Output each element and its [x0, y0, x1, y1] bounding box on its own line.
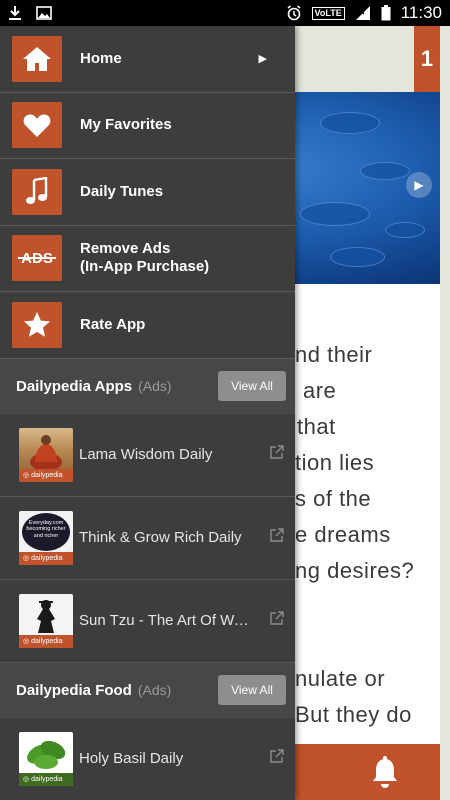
- heart-icon: [12, 102, 62, 149]
- external-link-icon: [270, 527, 284, 542]
- menu-item-label: Rate App: [80, 315, 146, 333]
- app-item-holy-basil[interactable]: ◎ dailypedia Holy Basil Daily: [0, 718, 295, 800]
- article-line: nulate or: [295, 666, 386, 691]
- home-icon: [12, 35, 62, 82]
- dailypedia-badge: ◎ dailypedia: [19, 634, 73, 648]
- alarm-icon: [287, 5, 301, 21]
- image-icon: [36, 6, 52, 20]
- app-item-think-grow-rich[interactable]: Everyday.com becoming richer and richer …: [0, 497, 295, 580]
- quote-counter: 1: [414, 26, 440, 92]
- section-title: Dailypedia Food: [16, 681, 132, 699]
- dailypedia-badge-text: dailypedia: [31, 471, 63, 479]
- app-thumbnail: ◎ dailypedia: [19, 427, 73, 482]
- menu-item-rate-app[interactable]: Rate App: [0, 292, 295, 359]
- external-link-icon: [270, 610, 284, 625]
- star-icon: [12, 301, 62, 348]
- dailypedia-badge-text: dailypedia: [31, 775, 63, 783]
- menu-item-home[interactable]: Home ▶: [0, 26, 295, 93]
- article-line: that: [297, 414, 336, 439]
- menu-item-label: Daily Tunes: [80, 182, 164, 200]
- dailypedia-badge: ◎ dailypedia: [19, 468, 73, 482]
- volte-indicator: VoLTE: [311, 6, 345, 20]
- status-bar: VoLTE 11:30: [0, 0, 450, 26]
- music-note-icon: [12, 168, 62, 215]
- view-all-apps-button[interactable]: View All: [218, 370, 286, 401]
- article-line: s of the: [295, 486, 372, 511]
- app-thumbnail: ◎ dailypedia: [19, 731, 73, 786]
- navigation-drawer: Home ▶ My Favorites Daily Tunes ADS Remo…: [0, 26, 295, 800]
- menu-item-favorites[interactable]: My Favorites: [0, 93, 295, 159]
- battery-icon: [381, 5, 391, 21]
- app-name: Sun Tzu - The Art Of War Daily: [79, 612, 257, 629]
- remove-ads-label: Remove Ads: [80, 240, 171, 258]
- clock: 11:30: [400, 3, 442, 22]
- app-name: Holy Basil Daily: [79, 750, 184, 767]
- article-line: But they do: [295, 702, 412, 727]
- dailypedia-badge-text: dailypedia: [31, 637, 63, 645]
- dailypedia-badge: ◎ dailypedia: [19, 551, 73, 565]
- thumb-text: and richer: [33, 532, 59, 539]
- signal-icon: [355, 6, 370, 20]
- menu-item-label: My Favorites: [80, 116, 172, 134]
- view-all-food-button[interactable]: View All: [218, 674, 286, 705]
- app-thumbnail: Everyday.com becoming richer and richer …: [19, 510, 73, 565]
- app-name: Lama Wisdom Daily: [79, 446, 213, 463]
- article-line: e dreams: [295, 522, 391, 547]
- menu-item-remove-ads[interactable]: ADS Remove Ads (In-App Purchase): [0, 226, 295, 292]
- article-line: tion lies: [295, 450, 375, 475]
- app-item-sun-tzu[interactable]: ◎ dailypedia Sun Tzu - The Art Of War Da…: [0, 580, 295, 663]
- bell-icon[interactable]: [370, 756, 400, 790]
- download-icon: [9, 6, 21, 20]
- article-line: nd their: [295, 342, 373, 367]
- food-section-header: Dailypedia Food (Ads) View All: [0, 662, 295, 718]
- external-link-icon: [270, 444, 284, 459]
- in-app-purchase-label: (In-App Purchase): [80, 258, 210, 276]
- external-link-icon: [270, 748, 284, 763]
- menu-item-label: Remove Ads (In-App Purchase): [80, 240, 209, 276]
- section-title: Dailypedia Apps: [16, 377, 133, 395]
- scroll-rail: [440, 26, 450, 800]
- ads-tag: (Ads): [138, 378, 172, 394]
- thumb-text: becoming richer: [26, 526, 66, 532]
- next-photo-button[interactable]: ▶: [406, 172, 432, 198]
- menu-item-daily-tunes[interactable]: Daily Tunes: [0, 159, 295, 226]
- app-name: Think & Grow Rich Daily: [79, 529, 242, 546]
- menu-item-label: Home: [80, 49, 122, 67]
- ads-tag: (Ads): [137, 682, 172, 698]
- dailypedia-badge: ◎ dailypedia: [19, 772, 73, 786]
- submenu-arrow-icon: ▶: [258, 53, 267, 66]
- app-thumbnail: ◎ dailypedia: [19, 593, 73, 648]
- no-ads-icon: ADS: [12, 235, 62, 282]
- app-item-lama-wisdom[interactable]: ◎ dailypedia Lama Wisdom Daily: [0, 414, 295, 497]
- dailypedia-badge-text: dailypedia: [31, 554, 63, 562]
- article-line: ng desires?: [295, 558, 415, 583]
- apps-section-header: Dailypedia Apps (Ads) View All: [0, 358, 295, 414]
- article-line: are: [303, 378, 337, 403]
